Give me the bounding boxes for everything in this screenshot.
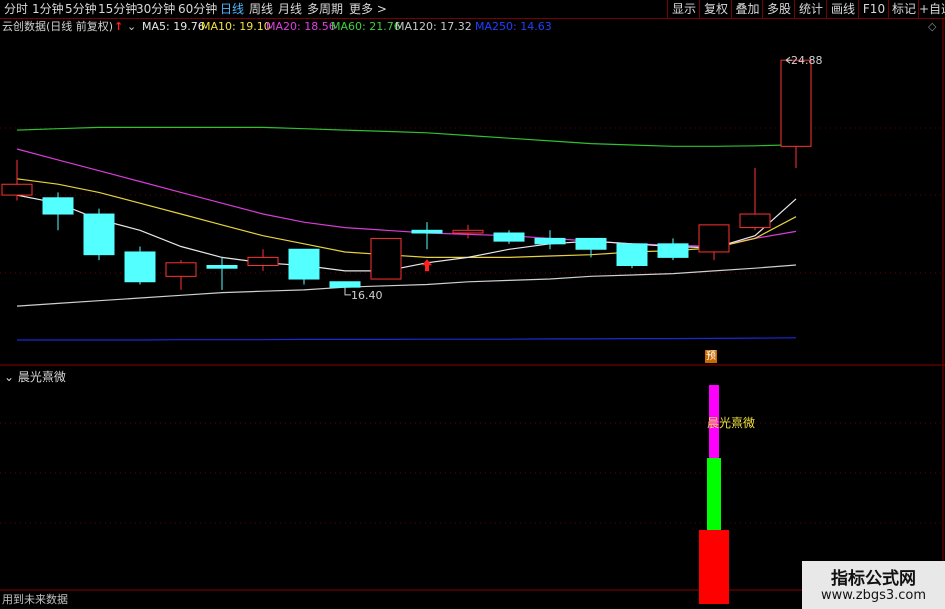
indicator-bar-magenta [709, 385, 719, 458]
candle-body [42, 197, 74, 215]
candle-body [124, 251, 156, 283]
candle-body [288, 248, 320, 280]
ma20-line [16, 148, 797, 248]
candle-body [165, 262, 197, 277]
candle-body [534, 237, 566, 245]
candle-body [739, 213, 771, 229]
ma5-line [16, 194, 797, 272]
candle-body [780, 59, 812, 147]
period-tab-0[interactable]: 分时 [4, 0, 28, 18]
period-tab-7[interactable]: 周线 [249, 0, 273, 18]
future-data-notice: 用到未来数据 [2, 593, 68, 606]
ma-legend-0: MA5: 19.76 [142, 20, 205, 33]
period-tab-6[interactable]: 日线 [220, 0, 244, 18]
candle-body [206, 265, 238, 269]
up-arrow-icon: ↑ [114, 20, 124, 33]
period-tab-1[interactable]: 1分钟 [32, 0, 64, 18]
ma-legend-4: MA120: 17.32 [395, 20, 472, 33]
stock-title: 云创数据(日线 前复权) [2, 20, 114, 33]
candle-body [616, 243, 648, 266]
ma-legend-5: MA250: 14.63 [475, 20, 552, 33]
toolbar-button-5[interactable]: 画线 [826, 0, 859, 18]
candle-body [247, 256, 279, 266]
toolbar-button-6[interactable]: F10 [858, 0, 889, 18]
watermark-line2: www.zbgs3.com [820, 588, 927, 603]
chevron-down-icon[interactable]: ⌄ [127, 19, 136, 35]
toolbar-button-4[interactable]: 统计 [794, 0, 827, 18]
chevron-down-icon[interactable]: ⌄ [4, 370, 14, 384]
candle-body [657, 243, 689, 258]
diamond-icon[interactable]: ◇ [928, 19, 936, 35]
high-marker-arrow [785, 56, 792, 64]
candle-body [83, 213, 115, 256]
ma-legend-2: MA20: 18.56 [266, 20, 336, 33]
toolbar-button-0[interactable]: 显示 [667, 0, 700, 18]
candle-body [1, 183, 33, 196]
candle-body [575, 237, 607, 250]
toolbar-button-2[interactable]: 叠加 [731, 0, 763, 18]
period-tab-8[interactable]: 月线 [278, 0, 302, 18]
candle-body [411, 229, 443, 234]
candle-body [370, 237, 402, 280]
top-toolbar: 分时 1分钟 5分钟 15分钟 30分钟 60分钟 日线 周线 月线 多周期 更多 > 显示 复权 叠加多… [0, 0, 945, 19]
indicator-title-text: 晨光熹微 [17, 370, 66, 384]
ma10-line [16, 178, 797, 258]
toolbar-button-3[interactable]: 多股 [762, 0, 795, 18]
candle-body [493, 232, 525, 242]
toolbar-button-1[interactable]: 复权 [699, 0, 732, 18]
indicator-title: ⌄ 晨光熹微 [4, 368, 66, 385]
toolbar-button-7[interactable]: 标记 [888, 0, 919, 18]
watermark-line1: 指标公式网 [831, 569, 916, 589]
ma60-line [16, 126, 797, 147]
predict-badge: 预 [705, 350, 717, 363]
candle-body [329, 281, 361, 288]
toolbar-button-8[interactable]: +自选 [918, 0, 945, 18]
up-arrow-icon [422, 259, 432, 272]
ma120-line [16, 264, 797, 307]
low-marker-arrow [344, 287, 351, 296]
indicator-bar-red [699, 530, 729, 604]
indicator-bar-green [707, 458, 721, 530]
info-bar: 云创数据(日线 前复权) ↑ ⌄ MA5: 19.76 MA10: 19.10 MA… [0, 19, 945, 35]
ma250-line [17, 337, 797, 341]
ma-legend-3: MA60: 21.76 [331, 20, 401, 33]
indicator-bar-label: 晨光熹微 [707, 415, 755, 430]
period-tab-5[interactable]: 60分钟 [178, 0, 217, 18]
ma-legend-1: MA10: 19.10 [201, 20, 271, 33]
chart-area: 24.88 16.40 晨光熹微 [0, 18, 945, 609]
candle-body [452, 229, 484, 234]
watermark-logo: 指标公式网 www.zbgs3.com [802, 561, 945, 609]
period-tab-9[interactable]: 多周期 [307, 0, 343, 18]
period-tab-3[interactable]: 15分钟 [98, 0, 137, 18]
candle-body [698, 224, 730, 253]
low-price-label: 16.40 [351, 289, 383, 302]
period-tab-2[interactable]: 5分钟 [65, 0, 97, 18]
high-price-label: 24.88 [791, 54, 823, 67]
period-tab-4[interactable]: 30分钟 [136, 0, 175, 18]
period-tab-10[interactable]: 更多 > [349, 0, 387, 18]
